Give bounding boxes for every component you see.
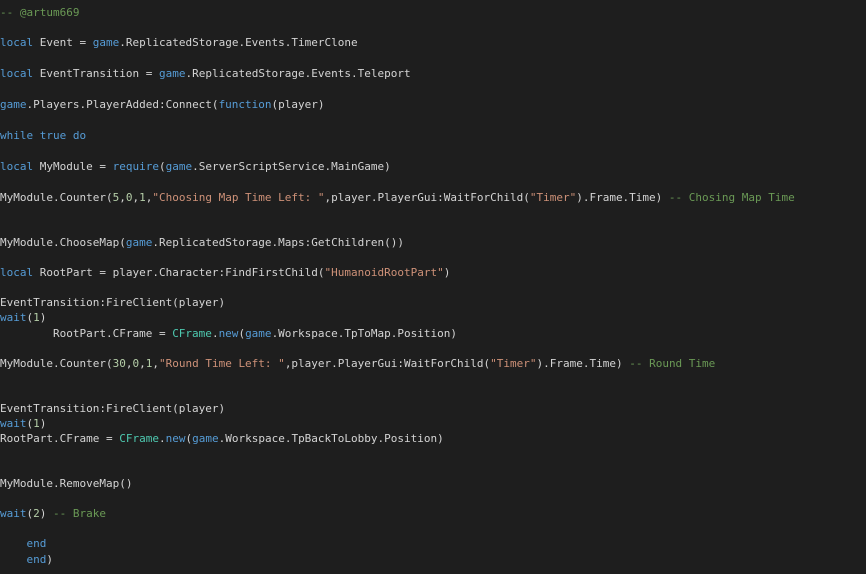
code-token: local [0, 266, 34, 279]
code-token: , [119, 191, 126, 204]
code-token: ).Frame.Time) [576, 191, 669, 204]
code-token: Event = [33, 36, 93, 49]
code-line: MyModule.ChooseMap(game.ReplicatedStorag… [0, 235, 404, 250]
code-token: -- Round Time [629, 357, 716, 370]
code-token: MyModule.RemoveMap() [0, 477, 133, 490]
code-line: RootPart.CFrame = CFrame.new(game.Worksp… [0, 431, 444, 446]
code-token: "Choosing Map Time Left: " [152, 191, 325, 204]
code-token: game [165, 160, 193, 173]
code-token: game [158, 67, 186, 80]
code-line: while true do [0, 128, 86, 143]
code-token: ) [39, 417, 47, 430]
code-token: 30 [112, 357, 126, 370]
code-token: game [0, 98, 27, 111]
code-token: require [112, 160, 159, 173]
code-token: MyModule.Counter( [0, 191, 113, 204]
code-line: EventTransition:FireClient(player) [0, 295, 225, 310]
code-token: 1 [33, 417, 40, 430]
code-line: game.Players.PlayerAdded:Connect(functio… [0, 97, 325, 112]
code-token: wait [0, 311, 27, 324]
code-line: local RootPart = player.Character:FindFi… [0, 265, 450, 280]
code-token: ,player.PlayerGui:WaitForChild( [324, 191, 530, 204]
code-line: -- @artum669 [0, 5, 79, 20]
code-token: ) [39, 311, 47, 324]
code-token: ,player.PlayerGui:WaitForChild( [284, 357, 491, 370]
code-token: local [0, 160, 34, 173]
code-token: function [218, 98, 272, 111]
code-token: ) [39, 507, 53, 520]
code-token: EventTransition = [33, 67, 159, 80]
code-token: new [165, 432, 186, 445]
code-token: . [158, 432, 166, 445]
code-token: CFrame [119, 432, 159, 445]
code-token: MyModule.Counter( [0, 357, 113, 370]
code-token: 1 [33, 311, 40, 324]
code-token: game [245, 327, 272, 340]
code-token: wait [0, 507, 27, 520]
code-token: -- @artum669 [0, 6, 80, 19]
code-token: 1 [139, 191, 146, 204]
code-token: ) [443, 266, 451, 279]
code-token: ).Frame.Time) [536, 357, 630, 370]
code-line: wait(1) [0, 310, 46, 325]
code-token: wait [0, 417, 27, 430]
code-token: "Timer" [529, 191, 577, 204]
code-token: EventTransition:FireClient(player) [0, 296, 226, 309]
code-token: .ServerScriptService.MainGame) [192, 160, 391, 173]
code-token: end [26, 537, 47, 550]
code-token: , [139, 357, 146, 370]
code-token: game [192, 432, 219, 445]
code-token: new [218, 327, 239, 340]
code-token: end [26, 553, 47, 566]
code-line: local MyModule = require(game.ServerScri… [0, 159, 391, 174]
code-token: -- Brake [53, 507, 106, 520]
code-token: "HumanoidRootPart" [324, 266, 444, 279]
code-token: "Round Time Left: " [158, 357, 285, 370]
code-token: RootPart.CFrame = [0, 432, 120, 445]
code-token: RootPart = player.Character:FindFirstChi… [33, 266, 325, 279]
code-token: .ReplicatedStorage.Events.Teleport [185, 67, 411, 80]
code-line: wait(1) [0, 416, 46, 431]
code-token: .Workspace.TpToMap.Position) [271, 327, 457, 340]
code-editor[interactable]: -- @artum669 local Event = game.Replicat… [0, 0, 866, 574]
code-token: EventTransition:FireClient(player) [0, 402, 226, 415]
code-token: .ReplicatedStorage.Maps:GetChildren()) [152, 236, 405, 249]
code-token: true [39, 129, 67, 142]
code-token: game [92, 36, 120, 49]
code-token: ) [46, 553, 53, 566]
code-line: EventTransition:FireClient(player) [0, 401, 225, 416]
code-line: local Event = game.ReplicatedStorage.Eve… [0, 35, 358, 50]
code-token: , [152, 357, 159, 370]
code-token: RootPart.CFrame = [0, 327, 173, 340]
code-token: -- Chosing Map Time [668, 191, 795, 204]
code-token: ( [158, 160, 166, 173]
code-token: . [211, 327, 219, 340]
code-line: local EventTransition = game.ReplicatedS… [0, 66, 411, 81]
code-token: .ReplicatedStorage.Events.TimerClone [119, 36, 358, 49]
code-token: MyModule.ChooseMap( [0, 236, 126, 249]
code-token: local [0, 67, 34, 80]
code-line: end) [0, 552, 54, 567]
code-line: wait(2) -- Brake [0, 506, 106, 521]
code-token: "Timer" [490, 357, 537, 370]
code-line: MyModule.RemoveMap() [0, 476, 132, 491]
code-line: MyModule.Counter(30,0,1,"Round Time Left… [0, 356, 715, 371]
code-token: do [72, 129, 87, 142]
code-token: .Players.PlayerAdded:Connect( [26, 98, 219, 111]
code-token: MyModule = [33, 160, 113, 173]
code-token: (player) [271, 98, 325, 111]
code-line: end [0, 536, 47, 551]
code-token: CFrame [172, 327, 212, 340]
code-token: .Workspace.TpBackToLobby.Position) [218, 432, 444, 445]
code-token: game [125, 236, 153, 249]
code-line: MyModule.Counter(5,0,1,"Choosing Map Tim… [0, 190, 795, 205]
code-token: 2 [33, 507, 40, 520]
code-line: RootPart.CFrame = CFrame.new(game.Worksp… [0, 326, 457, 341]
code-token: while [0, 129, 34, 142]
code-token: local [0, 36, 34, 49]
